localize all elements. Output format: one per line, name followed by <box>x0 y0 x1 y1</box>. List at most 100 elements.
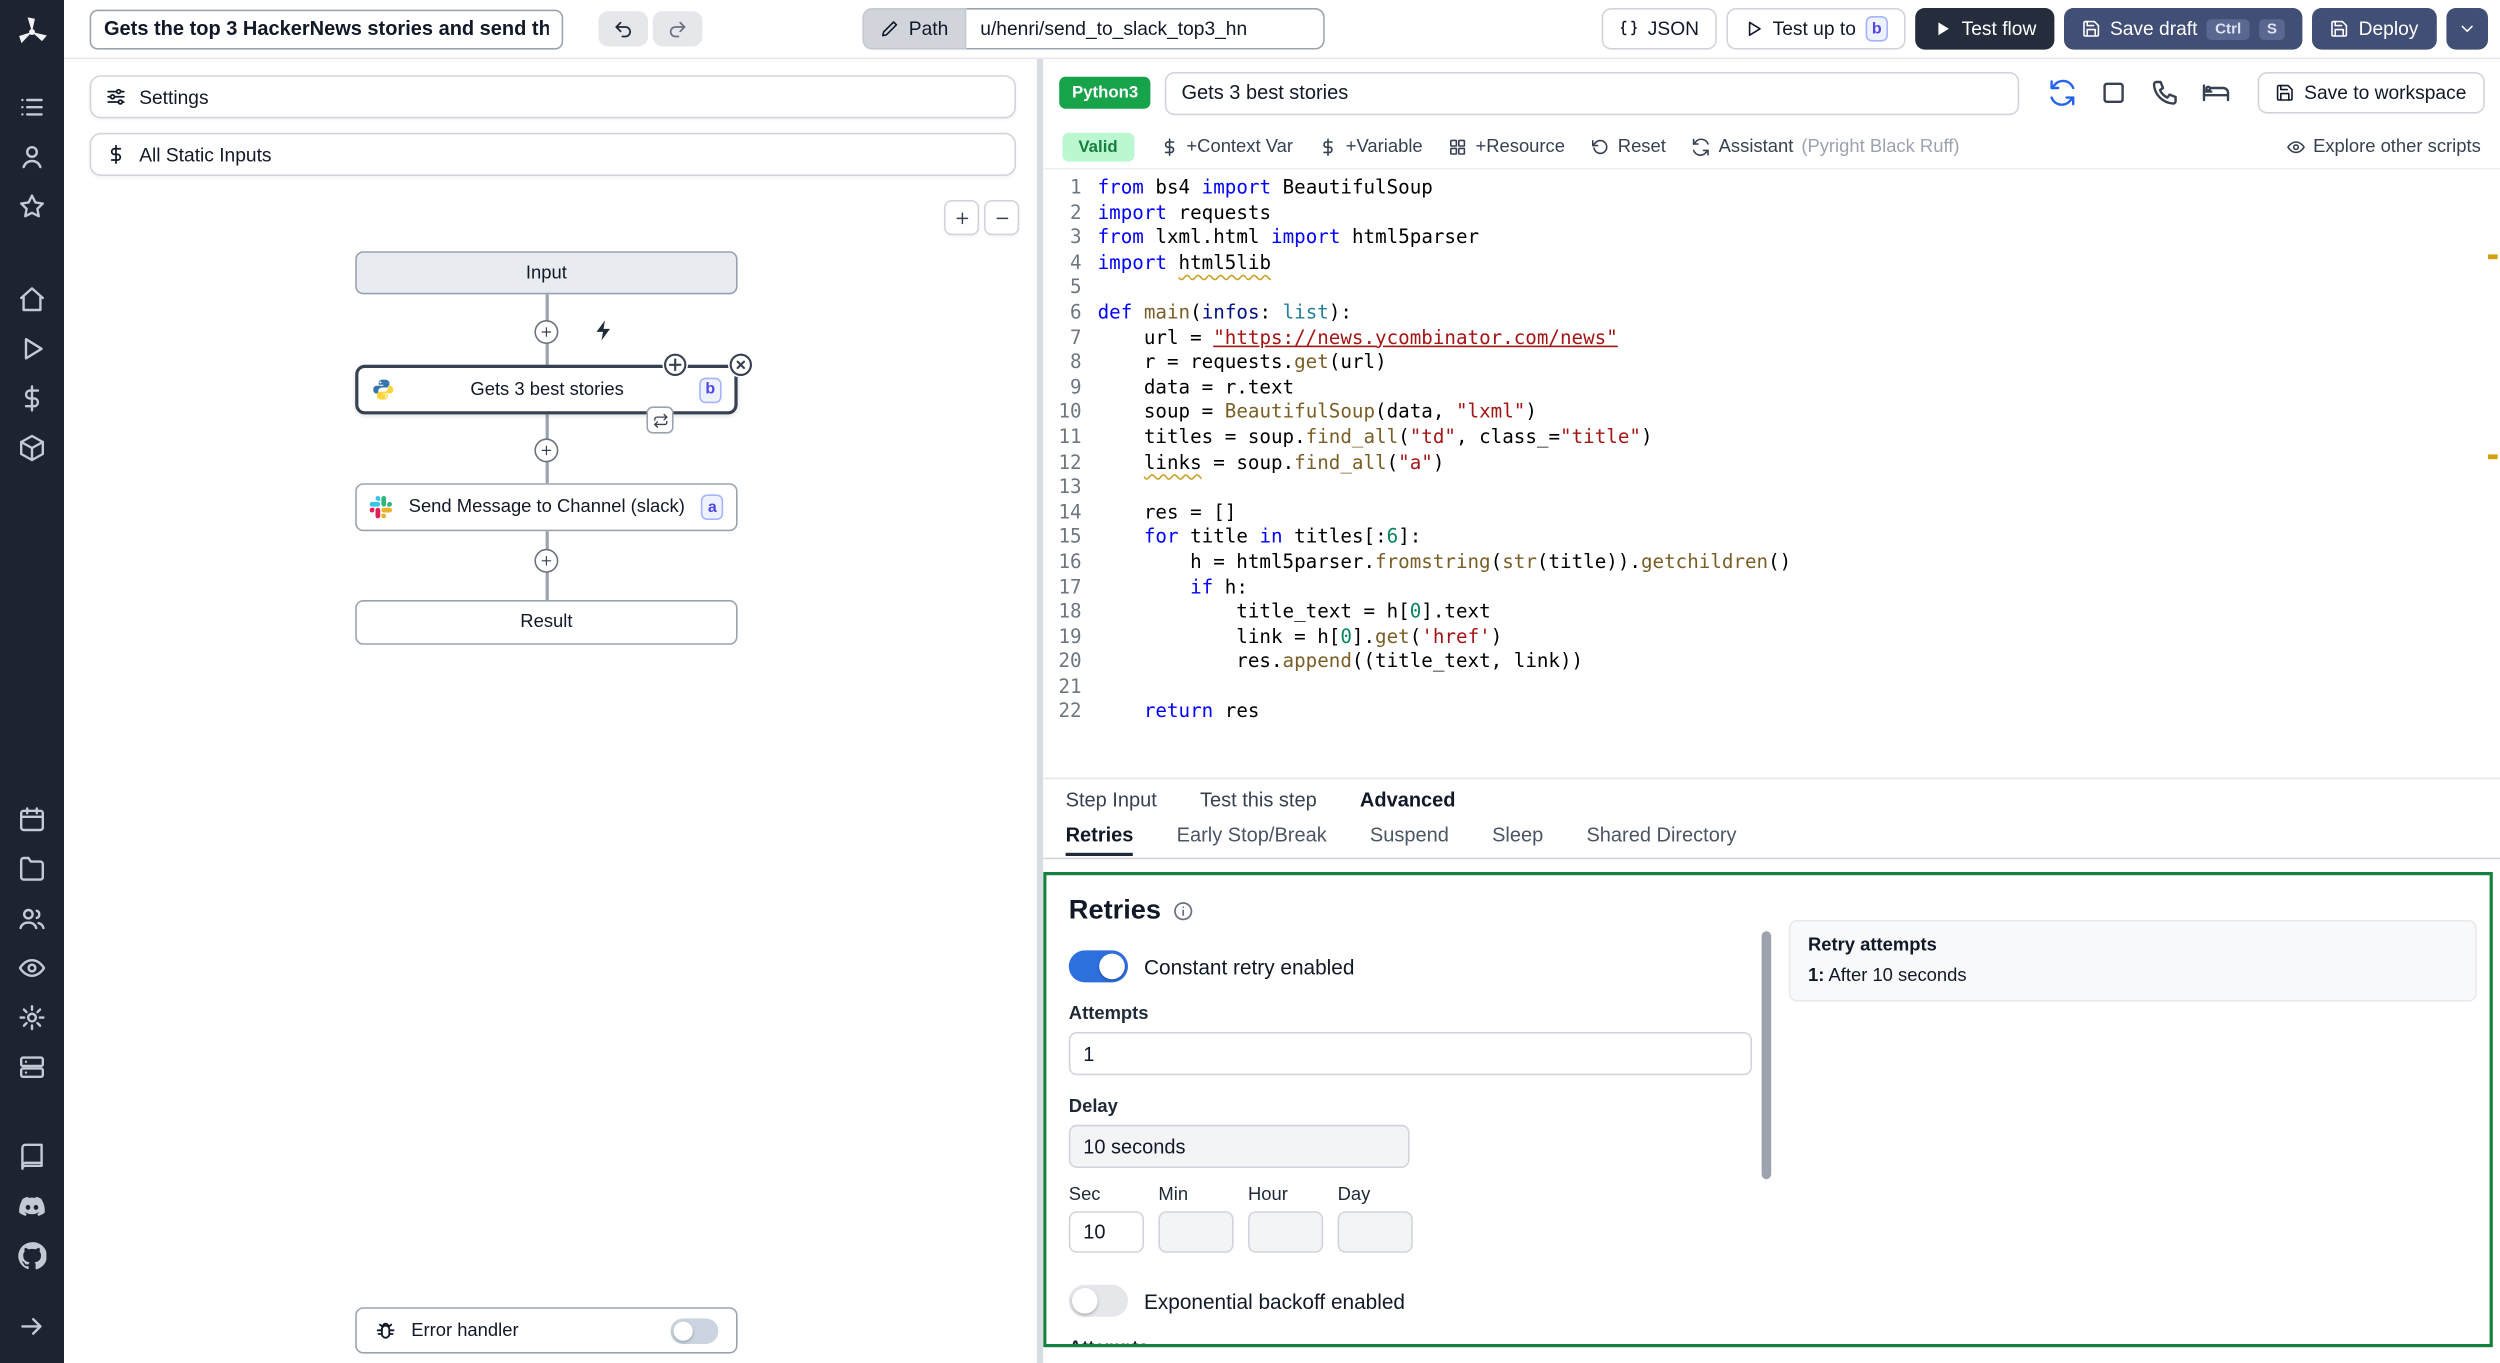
add-variable-button[interactable]: +Variable <box>1319 138 1423 157</box>
save-to-workspace-button[interactable]: Save to workspace <box>2257 72 2484 114</box>
sidebar-star-icon[interactable] <box>18 192 47 221</box>
info-icon[interactable] <box>1172 900 1193 921</box>
code-line-7[interactable]: 7 url = "https://news.ycombinator.com/ne… <box>1043 326 2500 351</box>
day-input[interactable] <box>1337 1211 1413 1253</box>
code-line-9[interactable]: 9 data = r.text <box>1043 376 2500 401</box>
redo-button[interactable] <box>652 11 703 47</box>
subtab-sleep[interactable]: Sleep <box>1492 824 1543 856</box>
path-button[interactable]: Path <box>862 8 966 50</box>
refresh-button[interactable] <box>2047 78 2077 108</box>
move-step-button[interactable] <box>662 352 688 378</box>
subtab-early-stop[interactable]: Early Stop/Break <box>1177 824 1327 856</box>
code-line-12[interactable]: 12 links = soup.find_all("a") <box>1043 450 2500 475</box>
code-line-19[interactable]: 19 link = h[0].get('href') <box>1043 625 2500 650</box>
add-context-var-button[interactable]: +Context Var <box>1159 138 1293 157</box>
undo-button[interactable] <box>598 11 648 47</box>
subtab-shared-directory[interactable]: Shared Directory <box>1586 824 1736 856</box>
phone-button[interactable] <box>2149 78 2179 108</box>
code-line-20[interactable]: 20 res.append((title_text, link)) <box>1043 650 2500 675</box>
json-button[interactable]: JSON <box>1601 8 1717 50</box>
code-line-15[interactable]: 15 for title in titles[:6]: <box>1043 525 2500 550</box>
delay-input[interactable] <box>1068 1124 1410 1168</box>
tab-advanced[interactable]: Advanced <box>1360 788 1456 810</box>
exponential-backoff-toggle[interactable] <box>1068 1284 1128 1317</box>
test-flow-label: Test flow <box>1961 17 2037 40</box>
tab-test-this-step[interactable]: Test this step <box>1200 788 1317 810</box>
expand-button[interactable] <box>2098 78 2128 108</box>
deploy-button[interactable]: Deploy <box>2312 8 2436 50</box>
code-line-3[interactable]: 3 from lxml.html import html5parser <box>1043 226 2500 251</box>
add-step-button[interactable] <box>534 438 559 463</box>
windmill-logo[interactable] <box>14 14 49 49</box>
sidebar-list-icon[interactable] <box>18 93 47 122</box>
sidebar-eye-icon[interactable] <box>18 954 47 983</box>
code-line-4[interactable]: 4 import html5lib <box>1043 251 2500 276</box>
zoom-out-button[interactable] <box>984 200 1020 236</box>
flow-settings-button[interactable]: Settings <box>89 75 1017 119</box>
code-line-2[interactable]: 2 import requests <box>1043 201 2500 226</box>
add-resource-button[interactable]: +Resource <box>1448 138 1565 157</box>
code-line-13[interactable]: 13 <box>1043 475 2500 500</box>
path-input[interactable] <box>965 8 1325 50</box>
code-line-22[interactable]: 22 return res <box>1043 700 2500 725</box>
code-line-5[interactable]: 5 <box>1043 276 2500 301</box>
code-line-1[interactable]: 1 from bs4 import BeautifulSoup <box>1043 176 2500 201</box>
min-input[interactable] <box>1158 1211 1234 1253</box>
sec-input[interactable] <box>1068 1211 1144 1253</box>
sidebar-discord-icon[interactable] <box>18 1192 47 1221</box>
sidebar-calendar-icon[interactable] <box>18 805 47 834</box>
attempts-input[interactable] <box>1068 1032 1752 1076</box>
flow-node-input[interactable]: Input <box>355 251 738 295</box>
deploy-more-button[interactable] <box>2445 8 2488 50</box>
test-up-to-button[interactable]: Test up to b <box>1726 8 1906 50</box>
reset-button[interactable]: Reset <box>1591 138 1666 157</box>
add-step-button[interactable] <box>534 548 559 573</box>
sidebar-folder-icon[interactable] <box>18 854 47 883</box>
subtab-retries[interactable]: Retries <box>1065 824 1134 856</box>
subtab-suspend[interactable]: Suspend <box>1370 824 1449 856</box>
remove-step-button[interactable] <box>728 352 754 378</box>
save-draft-button[interactable]: Save draft Ctrl S <box>2063 8 2303 50</box>
test-flow-button[interactable]: Test flow <box>1915 8 2054 50</box>
constant-retry-toggle[interactable] <box>1068 950 1128 983</box>
all-static-inputs-button[interactable]: All Static Inputs <box>89 132 1017 176</box>
retries-scrollbar[interactable] <box>1761 931 1772 1180</box>
tab-step-input[interactable]: Step Input <box>1066 788 1157 810</box>
sidebar-gear-icon[interactable] <box>18 1003 47 1032</box>
sidebar-dollar-icon[interactable] <box>18 384 47 413</box>
sidebar-expand-button[interactable] <box>18 1312 47 1341</box>
code-line-17[interactable]: 17 if h: <box>1043 575 2500 600</box>
sidebar-home-icon[interactable] <box>18 285 47 314</box>
sidebar-users-icon[interactable] <box>18 904 47 933</box>
sidebar-github-icon[interactable] <box>18 1242 47 1271</box>
sleep-button[interactable] <box>2201 78 2231 108</box>
code-line-21[interactable]: 21 <box>1043 675 2500 700</box>
flow-node-step-b[interactable]: Gets 3 best stories b <box>355 352 754 434</box>
flow-node-step-a[interactable]: Send Message to Channel (slack) a <box>355 483 738 532</box>
code-editor[interactable]: 1 from bs4 import BeautifulSoup 2 import re… <box>1043 168 2500 780</box>
trigger-bolt-icon[interactable] <box>592 318 616 342</box>
code-line-18[interactable]: 18 title_text = h[0].text <box>1043 600 2500 625</box>
zoom-in-button[interactable] <box>944 200 980 236</box>
sidebar-book-icon[interactable] <box>18 1142 47 1171</box>
assistant-button[interactable]: Assistant (Pyright Black Ruff) <box>1691 138 1960 157</box>
script-name-input[interactable] <box>1165 71 2020 115</box>
sidebar-play-icon[interactable] <box>18 334 47 363</box>
add-step-button[interactable] <box>534 320 559 344</box>
code-line-14[interactable]: 14 res = [] <box>1043 500 2500 525</box>
code-line-16[interactable]: 16 h = html5parser.fromstring(str(title)… <box>1043 550 2500 575</box>
flow-node-result[interactable]: Result <box>355 600 738 645</box>
explore-other-scripts-button[interactable]: Explore other scripts <box>2286 138 2481 157</box>
flow-node-error-handler[interactable]: Error handler <box>355 1307 738 1354</box>
sidebar-resources-icon[interactable] <box>18 434 47 463</box>
code-line-8[interactable]: 8 r = requests.get(url) <box>1043 351 2500 376</box>
error-handler-toggle[interactable] <box>670 1317 719 1344</box>
code-line-11[interactable]: 11 titles = soup.find_all("td", class_="… <box>1043 426 2500 451</box>
code-line-10[interactable]: 10 soup = BeautifulSoup(data, "lxml") <box>1043 401 2500 426</box>
code-line-6[interactable]: 6 def main(infos: list): <box>1043 301 2500 326</box>
hour-input[interactable] <box>1248 1211 1324 1253</box>
sidebar-server-icon[interactable] <box>18 1053 47 1082</box>
bug-icon <box>374 1319 396 1341</box>
sidebar-user-icon[interactable] <box>18 142 47 171</box>
flow-title-input[interactable] <box>89 8 564 49</box>
